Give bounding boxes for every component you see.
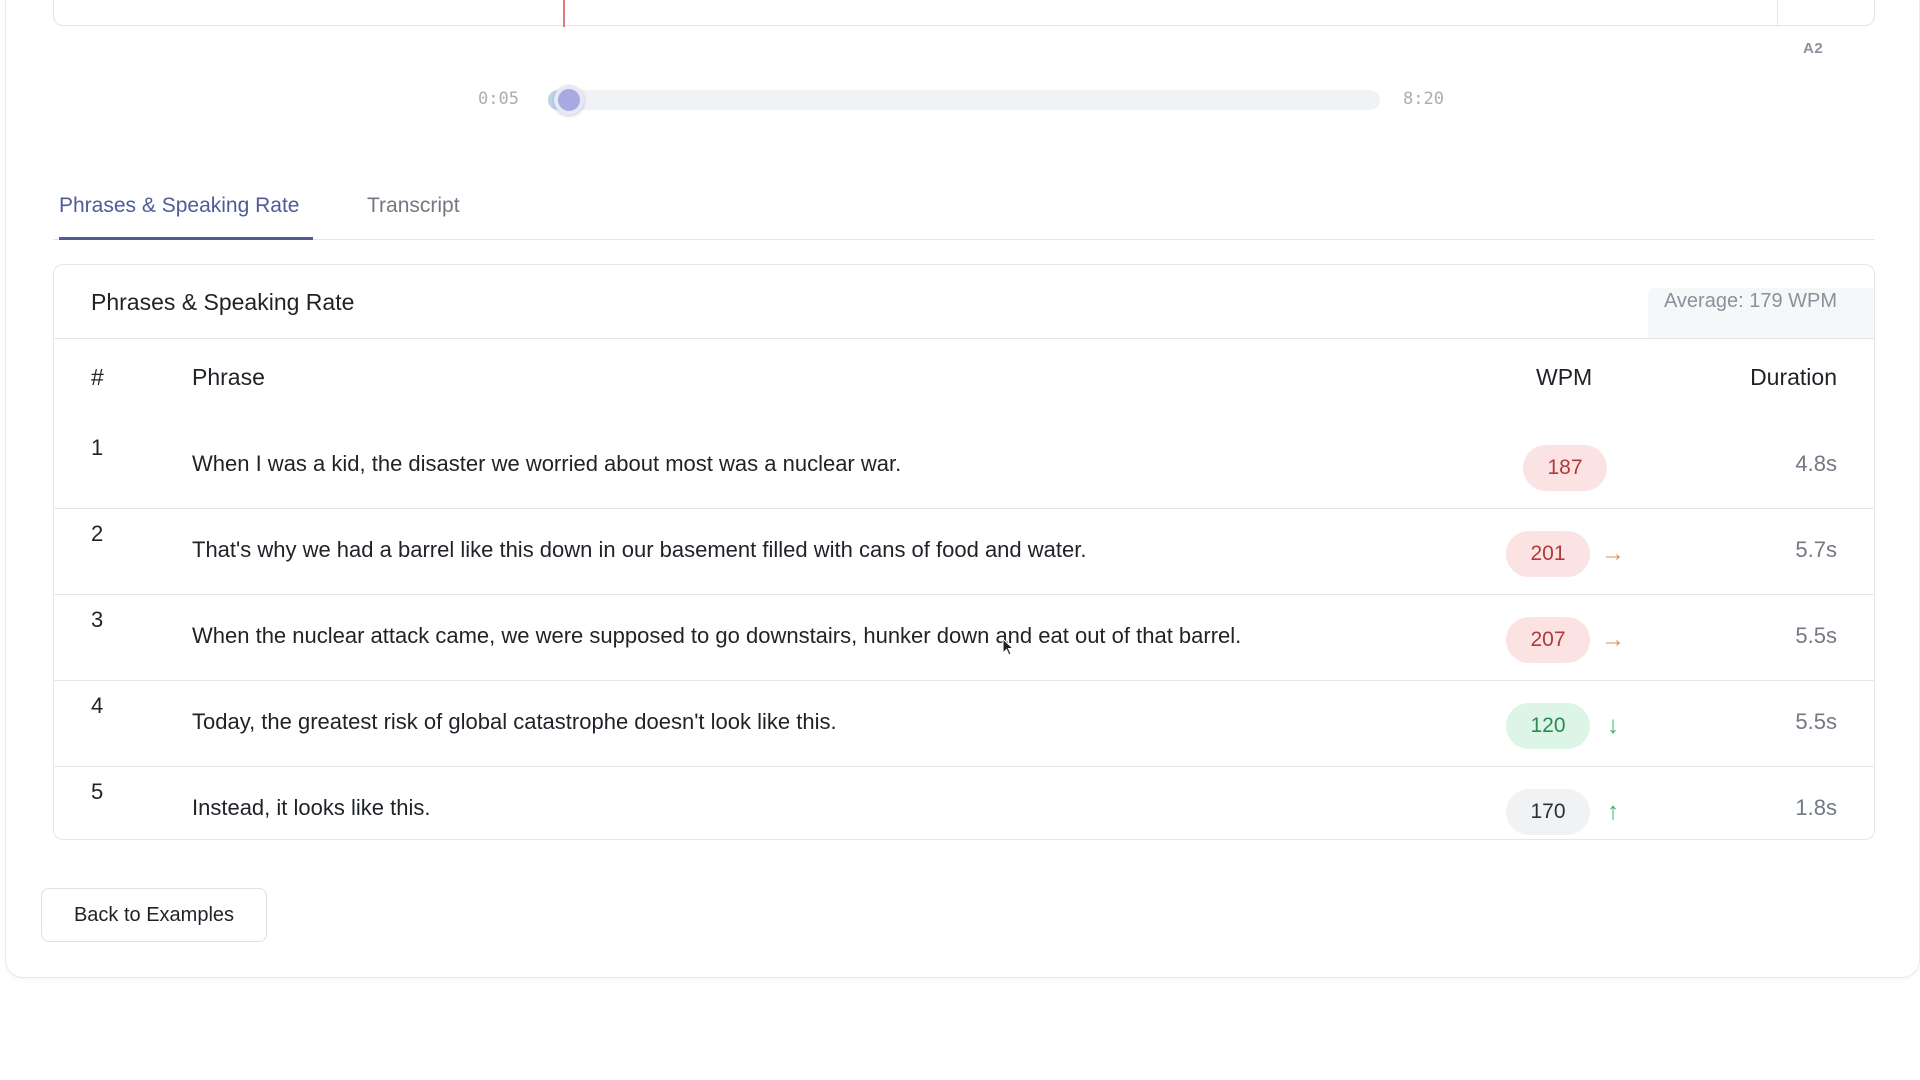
column-header-number: # <box>91 364 104 390</box>
playhead-line[interactable] <box>563 0 565 27</box>
arrow-right-icon: → <box>1601 626 1625 653</box>
wpm-badge: 187 <box>1523 445 1607 491</box>
phrase-duration: 4.8s <box>1795 451 1837 476</box>
arrow-down-icon: ↓ <box>1607 712 1619 739</box>
row-number: 2 <box>91 521 104 546</box>
wpm-badge: 201 <box>1506 531 1590 577</box>
table-row[interactable]: 3 When the nuclear attack came, we were … <box>54 595 1874 681</box>
track-tag: A2 <box>1803 40 1824 57</box>
phrases-table-card: Phrases & Speaking Rate Average: 179 WPM… <box>53 264 1875 840</box>
total-duration: 8:20 <box>1403 89 1444 109</box>
row-number: 5 <box>91 779 104 804</box>
arrow-right-icon: → <box>1601 540 1625 567</box>
arrow-up-icon: ↑ <box>1607 798 1619 825</box>
phrase-text: When the nuclear attack came, we were su… <box>192 623 1242 648</box>
table-row[interactable]: 5 Instead, it looks like this. 170 ↑ 1.8… <box>54 767 1874 853</box>
waveform-panel[interactable] <box>53 0 1875 27</box>
phrase-duration: 5.7s <box>1795 537 1837 562</box>
panel-divider <box>1777 0 1778 27</box>
back-to-examples-button[interactable]: Back to Examples <box>41 888 267 942</box>
mouse-cursor-icon <box>1002 638 1014 656</box>
row-number: 3 <box>91 607 104 632</box>
card-header: Phrases & Speaking Rate Average: 179 WPM <box>54 265 1874 339</box>
average-wpm: Average: 179 WPM <box>1663 290 1837 312</box>
phrase-duration: 5.5s <box>1795 709 1837 734</box>
tab-phrases-speaking-rate[interactable]: Phrases & Speaking Rate <box>59 186 313 240</box>
audio-timeline: 0:05 8:20 <box>478 85 1452 115</box>
seek-slider[interactable] <box>548 85 1380 115</box>
table-row[interactable]: 4 Today, the greatest risk of global cat… <box>54 681 1874 767</box>
tab-bar: Phrases & Speaking Rate Transcript <box>53 186 1875 240</box>
table-row[interactable]: 1 When I was a kid, the disaster we worr… <box>54 423 1874 509</box>
current-time: 0:05 <box>478 89 519 109</box>
card-title: Phrases & Speaking Rate <box>91 289 355 315</box>
wpm-badge: 120 <box>1506 703 1590 749</box>
column-header-wpm: WPM <box>1536 364 1593 390</box>
row-number: 4 <box>91 693 104 718</box>
phrase-text: That's why we had a barrel like this dow… <box>192 537 1087 562</box>
table-row[interactable]: 2 That's why we had a barrel like this d… <box>54 509 1874 595</box>
phrase-text: When I was a kid, the disaster we worrie… <box>192 451 902 476</box>
seek-thumb[interactable] <box>553 85 584 115</box>
wpm-badge: 207 <box>1506 617 1590 663</box>
phrase-text: Today, the greatest risk of global catas… <box>192 709 837 734</box>
phrase-duration: 1.8s <box>1795 795 1837 820</box>
phrase-duration: 5.5s <box>1795 623 1837 648</box>
phrase-rows: 1 When I was a kid, the disaster we worr… <box>54 423 1874 853</box>
phrase-text: Instead, it looks like this. <box>192 795 431 820</box>
wpm-badge: 170 <box>1506 789 1590 835</box>
row-number: 1 <box>91 435 104 460</box>
column-header-phrase: Phrase <box>192 364 265 390</box>
column-header-duration: Duration <box>1750 364 1837 390</box>
tab-transcript[interactable]: Transcript <box>367 186 460 240</box>
